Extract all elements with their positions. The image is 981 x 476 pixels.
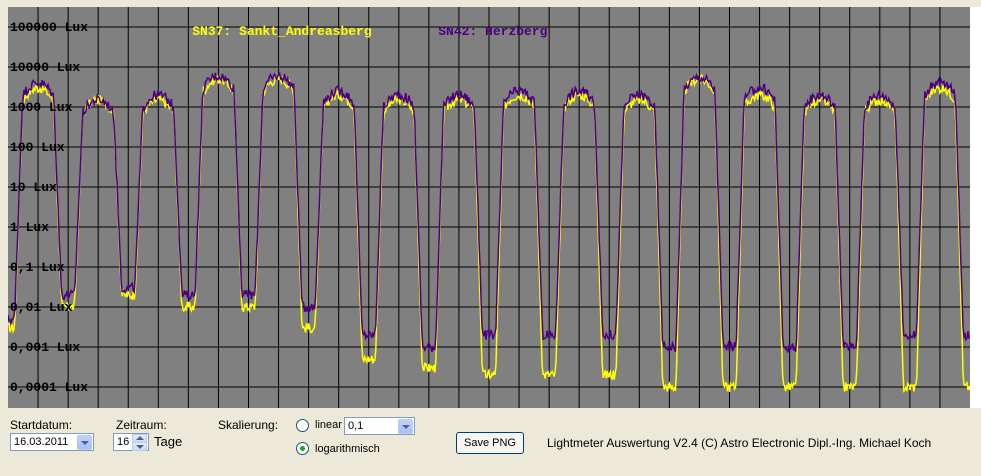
linear-label: linear [315, 419, 342, 431]
legend-series-1-label: SN37: Sankt_Andreasberg [192, 24, 372, 39]
lux-chart: 100000 Lux 10000 Lux 1000 Lux 100 Lux 10 Lux… [8, 7, 970, 408]
startdatum-label: Startdatum: [10, 418, 73, 432]
startdatum-value: 16.03.2011 [14, 436, 69, 448]
y-tick-label: 0,1 Lux [10, 260, 65, 275]
y-tick-labels: 100000 Lux 10000 Lux 1000 Lux 100 Lux 10 Lux… [10, 20, 88, 395]
chart-svg: 100000 Lux 10000 Lux 1000 Lux 100 Lux 10 Lux… [8, 7, 970, 408]
y-tick-label: 1 Lux [10, 220, 49, 235]
radio-linear[interactable] [296, 419, 309, 432]
zeitraum-label: Zeitraum: [116, 418, 167, 432]
legend-series-2-label: SN42: Herzberg [438, 24, 548, 39]
y-tick-label: 1000 Lux [10, 100, 73, 115]
y-tick-label: 0,001 Lux [10, 340, 80, 355]
y-tick-label: 10 Lux [10, 180, 57, 195]
save-png-button[interactable]: Save PNG [456, 432, 524, 454]
chart-right-border [970, 7, 981, 408]
y-tick-label: 0,01 Lux [10, 300, 73, 315]
chevron-down-icon[interactable] [398, 419, 413, 434]
zeitraum-stepper[interactable]: 16 [113, 433, 149, 451]
linear-scale-select[interactable]: 0,1 [344, 417, 415, 435]
zeitraum-value: 16 [117, 436, 130, 448]
spin-down-icon[interactable] [132, 442, 147, 451]
logarithmisch-label: logarithmisch [315, 443, 380, 455]
linear-scale-value: 0,1 [348, 420, 364, 432]
startdatum-picker[interactable]: 16.03.2011 [10, 433, 94, 451]
y-tick-label: 100000 Lux [10, 20, 88, 35]
tage-label: Tage [154, 434, 183, 449]
legend-series-2: SN42: Herzberg [407, 9, 547, 54]
y-tick-label: 100 Lux [10, 140, 65, 155]
legend-series-1: SN37: Sankt_Andreasberg [161, 9, 372, 54]
footer-text: Lightmeter Auswertung V2.4 (C) Astro Ele… [547, 436, 932, 450]
skalierung-label: Skalierung: [218, 418, 279, 432]
chevron-down-icon[interactable] [77, 435, 92, 450]
y-tick-label: 0,0001 Lux [10, 380, 88, 395]
y-tick-label: 10000 Lux [10, 60, 80, 75]
radio-logarithmisch[interactable] [296, 442, 309, 455]
